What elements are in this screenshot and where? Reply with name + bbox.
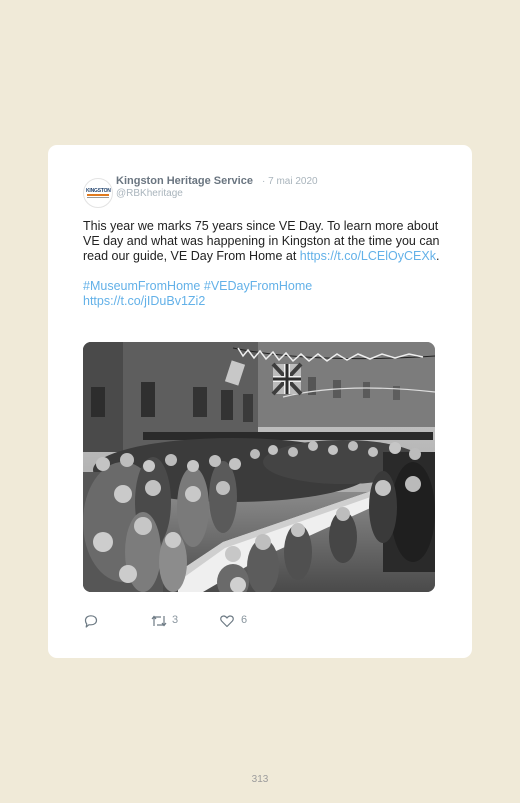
hashtag-vedayfromhome[interactable]: #VEDayFromHome (204, 279, 312, 293)
account-name[interactable]: Kingston Heritage Service (116, 175, 253, 187)
avatar-logo-line (87, 197, 109, 198)
street-party-photo (83, 342, 435, 592)
page-number: 313 (251, 774, 269, 785)
retweet-icon (151, 615, 167, 627)
reply-icon (84, 615, 98, 628)
tweet-date[interactable]: · 7 mai 2020 (262, 176, 318, 187)
hashtag-museumfromhome[interactable]: #MuseumFromHome (83, 279, 200, 293)
media-link[interactable]: https://t.co/jIDuBv1Zi2 (83, 294, 205, 308)
account-handle[interactable]: @RBKheritage (116, 188, 183, 199)
guide-link[interactable]: https://t.co/LCElOyCEXk (300, 249, 436, 263)
avatar-logo-stripe (87, 194, 109, 196)
like-count: 6 (241, 614, 248, 626)
link-trailing-period: . (435, 249, 440, 263)
union-flag (271, 362, 303, 396)
tweet-actions: 3 6 (83, 612, 383, 632)
tweet-photo[interactable] (83, 342, 435, 592)
tweet-text: This year we marks 75 years since VE Day… (83, 219, 443, 309)
heart-icon (220, 615, 234, 628)
avatar[interactable]: KINGSTON (83, 178, 113, 208)
retweet-count: 3 (172, 614, 179, 626)
tweet-card: KINGSTON Kingston Heritage Service · 7 m… (48, 145, 472, 658)
